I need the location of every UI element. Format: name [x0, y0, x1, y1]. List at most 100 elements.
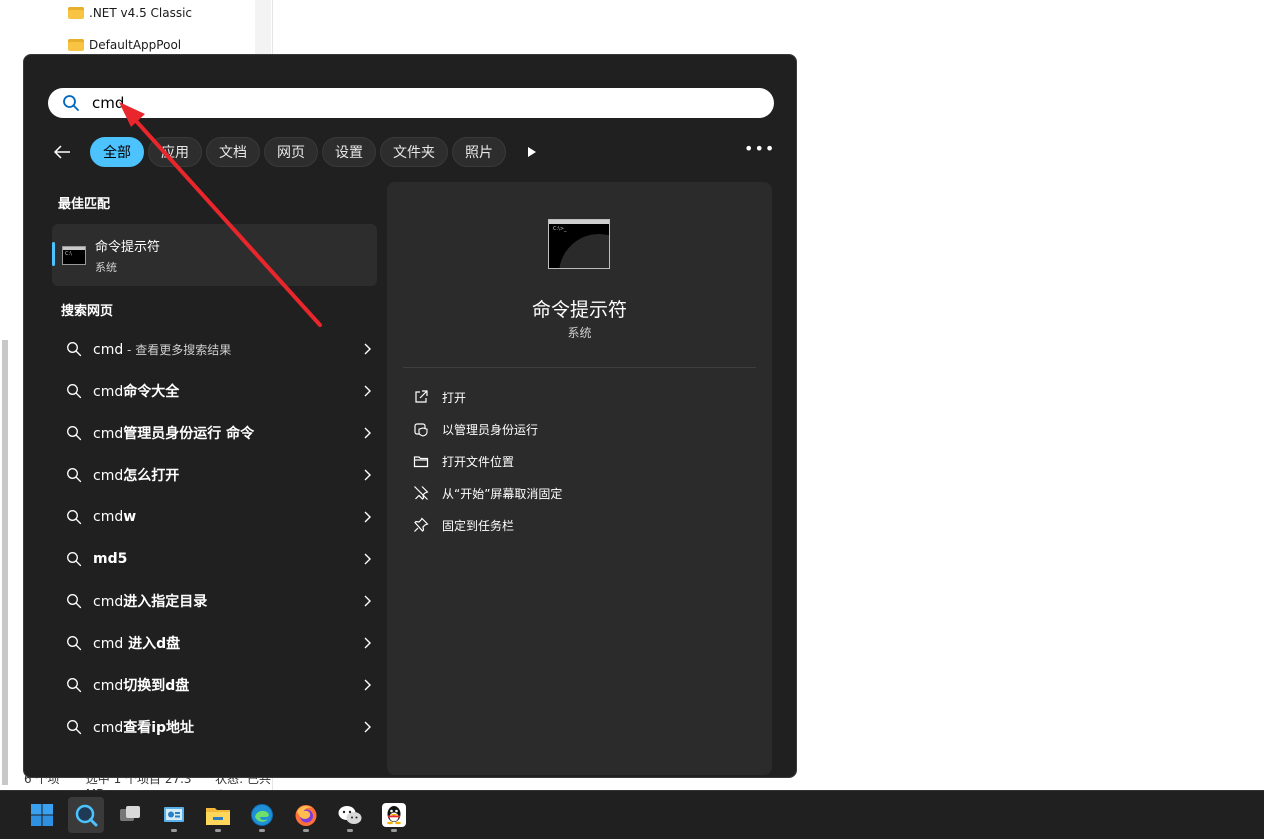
action-run-as-admin[interactable]: 以管理员身份运行 [413, 413, 562, 445]
detail-subtitle: 系统 [567, 326, 592, 340]
web-result-item[interactable]: md5 [52, 538, 382, 580]
action-list: 打开 以管理员身份运行 打开文件位置 从“开始”屏幕取消固定 固定到任务栏 [413, 381, 562, 541]
suggestion-part: 查看ip地址 [123, 720, 195, 736]
tree-item-label: .NET v4.5 Classic [89, 6, 193, 20]
filter-chip-photos[interactable]: 照片 [452, 137, 506, 167]
chevron-right-icon [364, 511, 371, 523]
best-match-item[interactable]: 命令提示符 系统 [52, 224, 377, 286]
chevron-right-icon [364, 343, 371, 355]
search-icon [67, 342, 82, 357]
filter-chip-folders[interactable]: 文件夹 [380, 137, 448, 167]
qq-penguin-icon [382, 803, 406, 827]
search-input[interactable] [90, 93, 734, 113]
tree-item-defaultapppool[interactable]: DefaultAppPool [68, 34, 181, 56]
query-part: cmd [93, 678, 124, 694]
chevron-right-icon [364, 679, 371, 691]
open-external-icon [415, 390, 428, 403]
filter-chip-web[interactable]: 网页 [264, 137, 318, 167]
web-result-text: cmdw [93, 509, 136, 525]
web-result-text: cmd查看ip地址 [93, 717, 194, 737]
web-result-item[interactable]: cmdw [52, 496, 382, 538]
web-result-item[interactable]: cmd查看ip地址 [52, 706, 382, 748]
more-options-button[interactable]: ••• [744, 139, 774, 163]
search-icon [67, 678, 82, 693]
action-pin-taskbar[interactable]: 固定到任务栏 [413, 509, 562, 541]
web-result-text: cmd命令大全 [93, 381, 179, 401]
back-arrow-icon [53, 145, 70, 159]
query-part: cmd [93, 384, 124, 400]
taskbar-app-file-explorer[interactable] [200, 797, 236, 833]
web-search-title: 搜索网页 [61, 304, 114, 319]
query-part: cmd [93, 720, 124, 736]
web-result-item[interactable]: cmd 进入d盘 [52, 622, 382, 664]
search-icon [67, 384, 82, 399]
suggestion-part: 怎么打开 [123, 468, 180, 484]
suggestion-part: w [123, 509, 137, 525]
filter-chip-settings[interactable]: 设置 [322, 137, 376, 167]
tree-item-net45[interactable]: .NET v4.5 Classic [68, 2, 192, 24]
suggestion-part: md5 [93, 551, 128, 567]
divider [403, 367, 756, 368]
start-button[interactable] [24, 797, 60, 833]
web-result-text: md5 [93, 551, 127, 567]
search-icon [67, 468, 82, 483]
filter-chip-documents[interactable]: 文档 [206, 137, 260, 167]
action-label: 打开文件位置 [442, 454, 515, 469]
action-label: 打开 [442, 390, 467, 405]
suggestion-part: 进入d盘 [123, 636, 181, 652]
best-match-name: 命令提示符 [95, 239, 161, 255]
web-result-item[interactable]: cmd命令大全 [52, 370, 382, 412]
taskbar [0, 790, 1264, 839]
tree-scrollbar[interactable] [255, 0, 271, 60]
left-scrollbar[interactable] [2, 340, 8, 785]
taskbar-app-firefox[interactable] [288, 797, 324, 833]
action-label: 从“开始”屏幕取消固定 [442, 486, 563, 501]
web-result-text: cmd - 查看更多搜索结果 [93, 341, 231, 358]
chevron-right-icon [364, 469, 371, 481]
chevron-right-icon [364, 385, 371, 397]
web-result-item[interactable]: cmd管理员身份运行 命令 [52, 412, 382, 454]
detail-pane: C:\>_ 命令提示符 系统 打开 以管理员身份运行 打开文件位置 从“开始”屏… [387, 182, 772, 775]
web-results-list: cmd - 查看更多搜索结果 cmd命令大全 cmd管理员身份运行 命令 cmd怎么打… [52, 328, 382, 748]
action-open[interactable]: 打开 [413, 381, 562, 413]
search-icon [67, 720, 82, 735]
search-icon [63, 95, 79, 111]
more-filters-button[interactable] [520, 140, 544, 164]
edge-browser-icon [251, 804, 273, 826]
chevron-right-icon [364, 721, 371, 733]
web-result-item[interactable]: cmd怎么打开 [52, 454, 382, 496]
taskbar-app-control-panel[interactable] [156, 797, 192, 833]
cmd-app-icon [62, 245, 86, 265]
search-box[interactable] [48, 88, 774, 118]
taskbar-app-wechat[interactable] [332, 797, 368, 833]
filter-chip-all[interactable]: 全部 [90, 137, 144, 167]
play-icon [528, 147, 536, 157]
web-result-item[interactable]: cmd - 查看更多搜索结果 [52, 328, 382, 370]
query-part: cmd [93, 426, 124, 442]
web-result-text: cmd切换到d盘 [93, 675, 189, 695]
search-panel: 全部 应用 文档 网页 设置 文件夹 照片 ••• 最佳匹配 命令提示符 系统 … [23, 54, 797, 778]
web-result-text: cmd怎么打开 [93, 465, 179, 485]
folder-icon [68, 39, 84, 51]
detail-title: 命令提示符 [531, 299, 627, 321]
wechat-icon [338, 806, 362, 824]
taskbar-app-edge[interactable] [244, 797, 280, 833]
action-unpin-start[interactable]: 从“开始”屏幕取消固定 [413, 477, 562, 509]
web-result-item[interactable]: cmd切换到d盘 [52, 664, 382, 706]
cmd-large-icon: C:\>_ [548, 219, 610, 269]
action-open-file-location[interactable]: 打开文件位置 [413, 445, 562, 477]
admin-shield-icon [414, 423, 428, 437]
taskbar-search-button[interactable] [68, 797, 104, 833]
query-part: cmd [93, 509, 124, 525]
filter-chip-apps[interactable]: 应用 [148, 137, 202, 167]
web-result-item[interactable]: cmd进入指定目录 [52, 580, 382, 622]
back-button[interactable] [48, 138, 76, 166]
task-view-button[interactable] [112, 797, 148, 833]
search-icon [67, 426, 82, 441]
action-label: 以管理员身份运行 [442, 422, 539, 437]
unpin-icon [414, 486, 429, 500]
firefox-icon [295, 805, 317, 826]
filter-bar: 全部 应用 文档 网页 设置 文件夹 照片 [48, 136, 544, 168]
taskbar-app-qq[interactable] [376, 797, 412, 833]
folder-open-icon [413, 456, 429, 468]
